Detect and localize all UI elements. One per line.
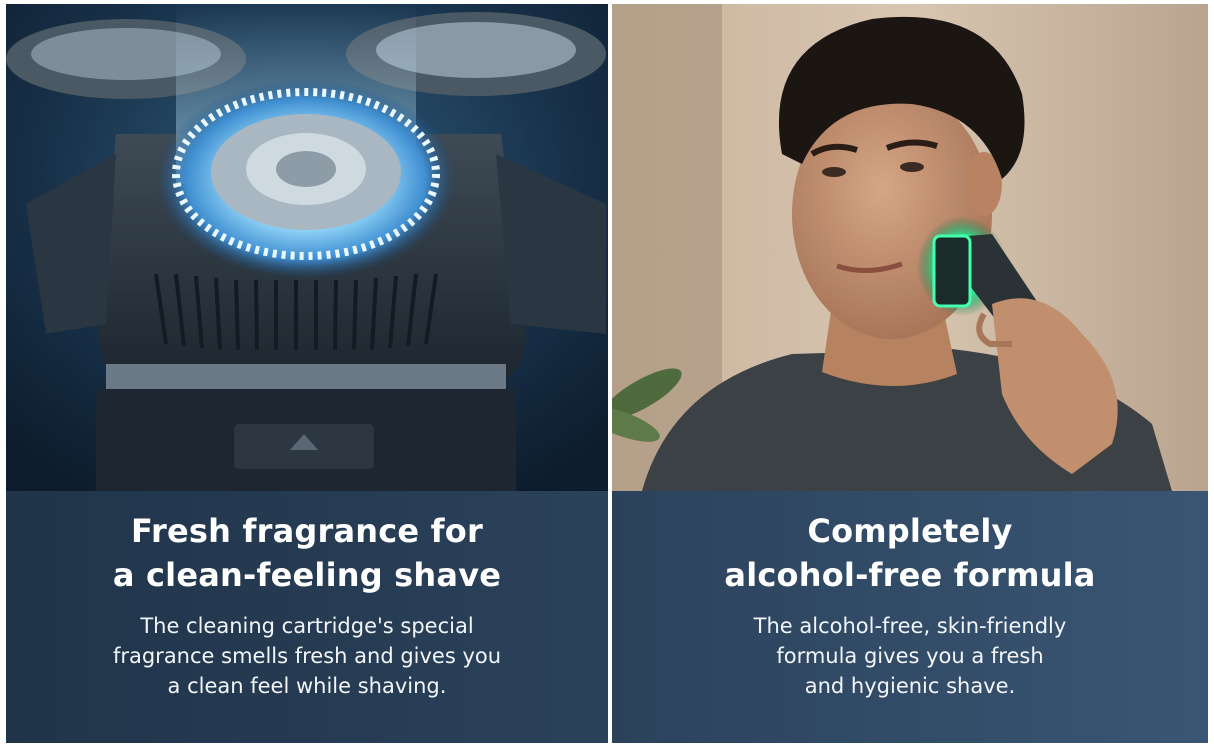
fragrance-description: The cleaning cartridge's special fragran… <box>112 614 502 698</box>
alcohol-free-caption: Completely alcohol-free formula The alco… <box>612 491 1208 743</box>
shaver-head-image <box>6 4 608 491</box>
feature-card-fragrance: Fresh fragrance for a clean-feeling shav… <box>6 4 608 743</box>
feature-banner: Fresh fragrance for a clean-feeling shav… <box>6 4 1208 743</box>
fragrance-caption: Fresh fragrance for a clean-feeling shav… <box>6 491 608 743</box>
alcohol-free-headline: Completely alcohol-free formula <box>724 512 1096 594</box>
man-shaving-image <box>612 4 1208 491</box>
fragrance-headline: Fresh fragrance for a clean-feeling shav… <box>112 512 502 594</box>
alcohol-free-description: The alcohol-free, skin-friendly formula … <box>753 614 1067 698</box>
feature-card-alcohol-free: Completely alcohol-free formula The alco… <box>612 4 1208 743</box>
